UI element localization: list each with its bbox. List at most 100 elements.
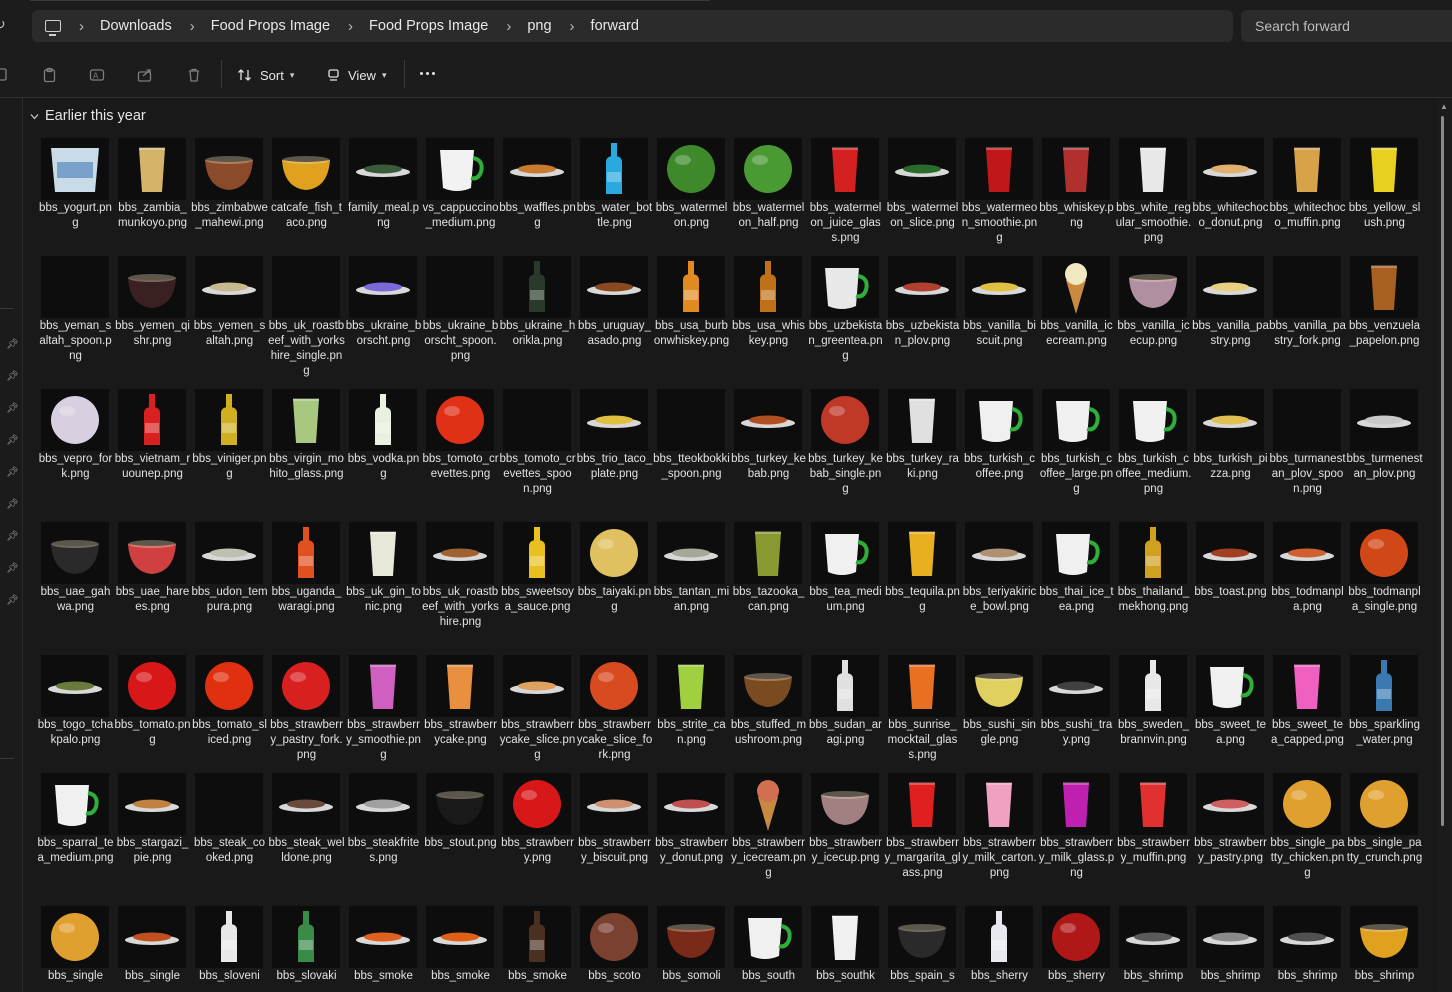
scrollbar-thumb[interactable] bbox=[1441, 116, 1444, 826]
image-icon bbox=[657, 389, 725, 451]
file-thumbnail bbox=[118, 138, 186, 200]
file-thumbnail bbox=[1042, 906, 1110, 968]
file-thumbnail bbox=[426, 773, 494, 835]
file-thumbnail bbox=[1273, 906, 1341, 968]
file-thumbnail bbox=[503, 138, 571, 200]
image-icon bbox=[972, 548, 1026, 561]
image-icon bbox=[757, 780, 779, 831]
breadcrumb-forward[interactable]: forward bbox=[591, 18, 639, 34]
file-thumbnail bbox=[811, 389, 879, 451]
file-name: bbs_zimbabwe_mahewi.png bbox=[191, 202, 268, 229]
image-icon bbox=[1056, 534, 1100, 575]
file-name: bbs_strawberry_milk_carton.png bbox=[962, 837, 1037, 879]
file-thumbnail bbox=[811, 906, 879, 968]
file-thumbnail bbox=[118, 906, 186, 968]
chevron-down-icon: ▾ bbox=[289, 69, 295, 80]
image-icon bbox=[356, 282, 410, 295]
copy-icon[interactable] bbox=[0, 67, 10, 83]
chevron-right-icon[interactable]: › bbox=[348, 18, 353, 35]
image-icon bbox=[748, 918, 792, 959]
breadcrumb-food-props-image[interactable]: Food Props Image bbox=[211, 18, 330, 34]
pin-icon[interactable]: 📌︎ bbox=[6, 564, 19, 574]
file-name: bbs_slovaki bbox=[276, 970, 337, 982]
vertical-scrollbar[interactable]: ▲ bbox=[1438, 98, 1452, 992]
file-name: bbs_watermelon.png bbox=[655, 202, 728, 229]
nav-divider bbox=[0, 308, 14, 309]
pin-icon[interactable]: 📌︎ bbox=[6, 596, 19, 606]
pin-icon[interactable]: 📌︎ bbox=[6, 468, 19, 478]
chevron-right-icon[interactable]: › bbox=[506, 18, 511, 35]
breadcrumb-png[interactable]: png bbox=[527, 18, 551, 34]
image-icon bbox=[41, 256, 109, 318]
file-thumbnail bbox=[811, 773, 879, 835]
more-icon[interactable] bbox=[420, 72, 435, 75]
image-icon bbox=[510, 681, 564, 694]
paste-icon[interactable] bbox=[42, 67, 58, 83]
file-name: bbs_water_bottle.png bbox=[576, 202, 653, 229]
share-icon[interactable] bbox=[137, 67, 153, 83]
file-name: bbs_strawberry_smoothie.png bbox=[346, 719, 421, 761]
file-thumbnail bbox=[195, 389, 263, 451]
file-name: bbs_sushi_tray.png bbox=[1040, 719, 1113, 746]
file-name: bbs_single bbox=[125, 970, 180, 982]
pin-icon[interactable]: 📌︎ bbox=[6, 404, 19, 414]
breadcrumb-food-props-image-inner[interactable]: Food Props Image bbox=[369, 18, 488, 34]
file-name: bbs_sweet_tea_capped.png bbox=[1271, 719, 1344, 746]
sort-button[interactable]: Sort ▾ bbox=[237, 64, 294, 86]
scroll-up-icon[interactable]: ▲ bbox=[1440, 102, 1448, 111]
file-thumbnail bbox=[1196, 522, 1264, 584]
file-name: bbs_toast.png bbox=[1194, 586, 1267, 598]
image-icon bbox=[205, 156, 253, 190]
refresh-icon[interactable]: ↻ bbox=[0, 17, 8, 31]
chevron-right-icon[interactable]: › bbox=[570, 18, 575, 35]
file-thumbnail bbox=[41, 256, 109, 318]
file-name: bbs_steak_welldone.png bbox=[268, 837, 345, 864]
view-label: View bbox=[348, 67, 376, 83]
search-input[interactable] bbox=[1255, 10, 1445, 42]
this-pc-icon[interactable] bbox=[45, 20, 61, 36]
rename-icon[interactable]: A bbox=[89, 67, 105, 83]
pin-icon[interactable]: 📌︎ bbox=[6, 436, 19, 446]
pin-icon[interactable]: 📌︎ bbox=[6, 500, 19, 510]
file-thumbnail bbox=[1273, 138, 1341, 200]
breadcrumb-downloads[interactable]: Downloads bbox=[100, 18, 172, 34]
image-icon bbox=[1360, 924, 1408, 958]
file-thumbnail bbox=[811, 138, 879, 200]
file-thumbnail bbox=[657, 256, 725, 318]
search-box[interactable] bbox=[1241, 10, 1452, 42]
pin-icon[interactable]: 📌︎ bbox=[6, 532, 19, 542]
file-thumbnail bbox=[503, 655, 571, 717]
file-name: bbs_uganda_waragi.png bbox=[271, 586, 342, 613]
image-icon bbox=[909, 531, 935, 576]
chevron-right-icon[interactable]: › bbox=[190, 18, 195, 35]
breadcrumb[interactable]: › Downloads › Food Props Image › Food Pr… bbox=[32, 10, 1233, 42]
file-name: bbs_venzuela_papelon.png bbox=[1349, 320, 1420, 347]
file-thumbnail bbox=[888, 655, 956, 717]
file-name: bbs_vietnam_ruounep.png bbox=[114, 453, 191, 480]
chevron-down-icon[interactable] bbox=[30, 112, 39, 121]
file-thumbnail bbox=[118, 389, 186, 451]
image-icon bbox=[986, 147, 1012, 192]
file-thumbnail bbox=[272, 655, 340, 717]
navigation-pane[interactable]: 📌︎ 📌︎ 📌︎ 📌︎ 📌︎ 📌︎ 📌︎ 📌︎ 📌︎ bbox=[0, 98, 23, 992]
file-name: bbs_todmanpla_single.png bbox=[1348, 586, 1421, 613]
view-button[interactable]: View ▾ bbox=[327, 64, 386, 86]
group-header[interactable]: Earlier this year bbox=[30, 108, 146, 124]
file-thumbnail bbox=[888, 906, 956, 968]
file-name: bbs_shrimp bbox=[1354, 970, 1415, 982]
pin-icon[interactable]: 📌︎ bbox=[6, 372, 19, 382]
image-icon bbox=[760, 261, 776, 312]
file-thumbnail bbox=[580, 522, 648, 584]
image-icon bbox=[1294, 664, 1320, 709]
image-icon bbox=[282, 662, 330, 710]
pin-icon[interactable]: 📌︎ bbox=[6, 340, 19, 350]
delete-icon[interactable] bbox=[186, 67, 202, 83]
file-grid[interactable]: bbs_yogurt.png bbs_zambia_munkoyo.png bbs_… bbox=[37, 134, 1425, 992]
file-name: vs_cappuccino_medium.png bbox=[422, 202, 499, 229]
image-icon bbox=[590, 529, 638, 577]
image-icon bbox=[975, 673, 1023, 707]
chevron-right-icon[interactable]: › bbox=[79, 18, 84, 35]
image-icon bbox=[1065, 263, 1087, 314]
file-thumbnail bbox=[426, 522, 494, 584]
image-icon bbox=[895, 282, 949, 295]
